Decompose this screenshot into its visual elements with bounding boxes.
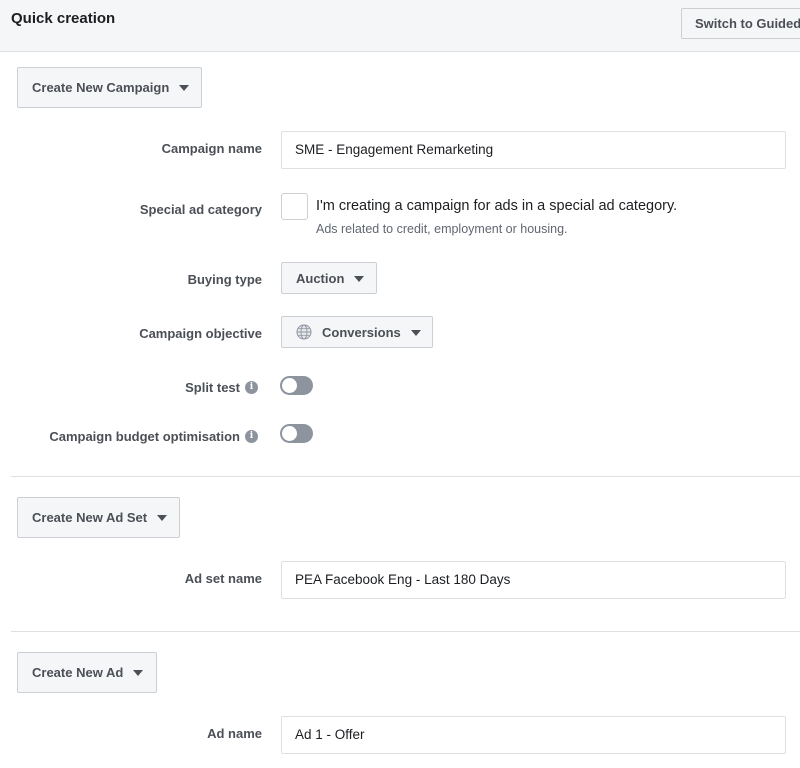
campaign-objective-label: Campaign objective <box>139 325 262 341</box>
campaign-objective-value: Conversions <box>322 324 401 340</box>
split-test-label-text: Split test <box>185 379 240 395</box>
create-new-ad-set-dropdown[interactable]: Create New Ad Set <box>17 497 180 538</box>
create-new-campaign-dropdown[interactable]: Create New Campaign <box>17 67 202 108</box>
ad-name-input[interactable]: Ad 1 - Offer <box>281 716 786 754</box>
globe-icon <box>296 324 312 340</box>
caret-down-icon <box>354 275 365 282</box>
create-new-ad-set-label: Create New Ad Set <box>32 510 148 525</box>
page-title: Quick creation <box>11 10 116 27</box>
buying-type-dropdown[interactable]: Auction <box>281 262 377 294</box>
section-divider <box>11 631 800 632</box>
buying-type-label: Buying type <box>187 271 262 287</box>
ad-name-label: Ad name <box>207 725 262 741</box>
header-bar: Quick creation Switch to Guided <box>0 0 800 52</box>
caret-down-icon <box>410 329 421 336</box>
special-ad-category-hint: Ads related to credit, employment or hou… <box>316 222 568 236</box>
campaign-name-label: Campaign name <box>161 140 262 156</box>
toggle-knob <box>282 378 297 393</box>
create-new-ad-dropdown[interactable]: Create New Ad <box>17 652 157 693</box>
special-ad-category-checkbox[interactable] <box>281 193 308 220</box>
switch-to-guided-button[interactable]: Switch to Guided <box>681 8 800 39</box>
toggle-knob <box>282 426 297 441</box>
special-ad-category-label: Special ad category <box>139 201 262 217</box>
create-new-ad-label: Create New Ad <box>32 665 124 680</box>
section-divider <box>11 476 800 477</box>
campaign-objective-dropdown[interactable]: Conversions <box>281 316 433 348</box>
campaign-budget-optimisation-label-text: Campaign budget optimisation <box>49 428 240 444</box>
split-test-toggle[interactable] <box>280 376 313 395</box>
ad-set-name-input[interactable]: PEA Facebook Eng - Last 180 Days <box>281 561 786 599</box>
campaign-budget-optimisation-label: Campaign budget optimisation i <box>49 426 258 446</box>
info-icon[interactable]: i <box>245 380 258 394</box>
create-new-campaign-label: Create New Campaign <box>32 80 170 95</box>
caret-down-icon <box>133 670 144 676</box>
campaign-budget-optimisation-toggle[interactable] <box>280 424 313 443</box>
campaign-name-input[interactable]: SME - Engagement Remarketing <box>281 131 786 169</box>
caret-down-icon <box>179 85 190 91</box>
special-ad-category-checkbox-text: I'm creating a campaign for ads in a spe… <box>316 198 678 214</box>
split-test-label: Split test i <box>185 377 258 397</box>
buying-type-value: Auction <box>296 270 345 286</box>
ad-set-name-label: Ad set name <box>184 570 262 586</box>
caret-down-icon <box>157 515 168 521</box>
info-icon[interactable]: i <box>245 429 258 443</box>
